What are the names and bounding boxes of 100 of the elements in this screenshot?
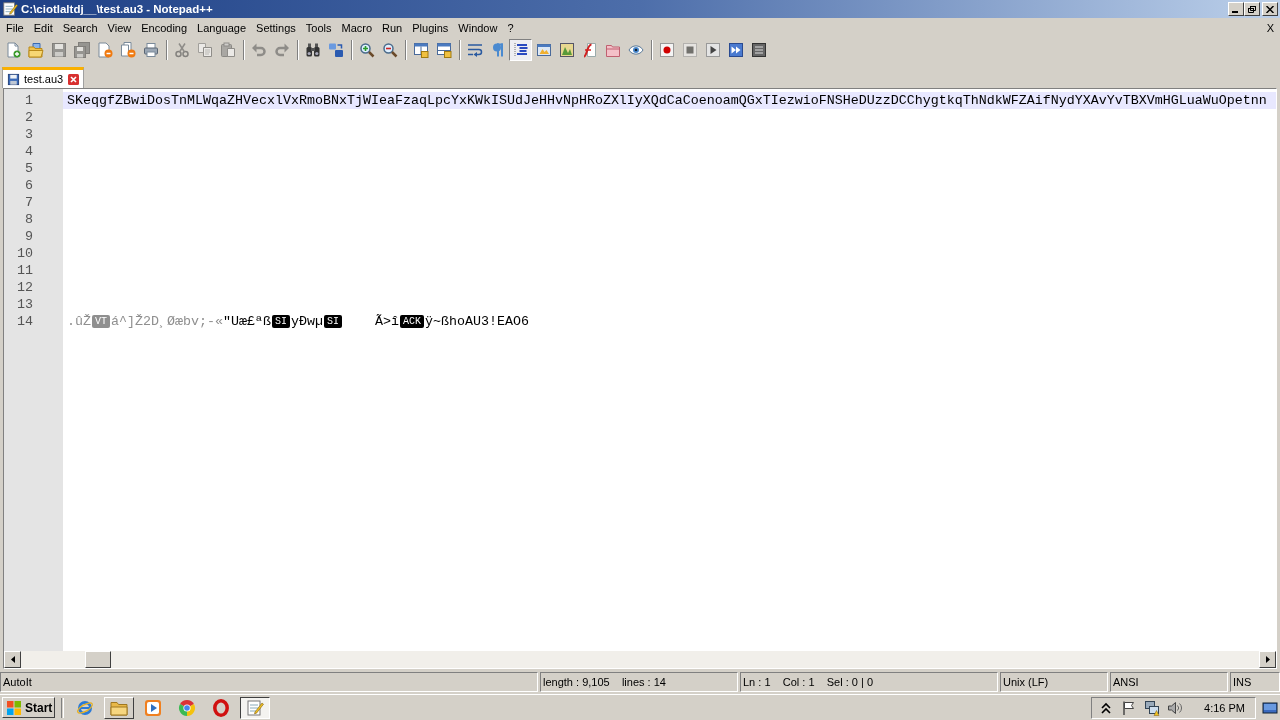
line-number: 10 xyxy=(16,245,34,262)
zoom-in-icon xyxy=(358,42,375,58)
right-arrow-icon xyxy=(1265,656,1270,663)
close-icon xyxy=(1266,5,1274,13)
menu-item[interactable]: Search xyxy=(57,20,103,36)
menu-item[interactable]: Plugins xyxy=(407,20,454,36)
restore-button[interactable] xyxy=(1244,2,1260,16)
close-button[interactable] xyxy=(1262,2,1278,16)
line-ending: Unix (LF) xyxy=(1000,672,1108,692)
map-icon xyxy=(558,42,575,58)
new-file-icon xyxy=(4,42,21,58)
code-text: yÐwµ xyxy=(291,313,323,330)
window-icon xyxy=(535,42,552,58)
list-window-icon xyxy=(750,42,767,58)
browser-icon xyxy=(76,698,94,717)
file-tab[interactable]: test.au3 xyxy=(2,67,85,88)
menu-item[interactable]: Macro xyxy=(336,20,378,36)
notepad-icon xyxy=(246,698,264,717)
word-wrap-icon xyxy=(466,42,483,58)
function-list-icon xyxy=(581,42,598,58)
floppy-disks-icon xyxy=(73,42,90,58)
scissors-icon xyxy=(173,42,190,58)
close-tab-icon[interactable] xyxy=(68,73,80,85)
close-document-button[interactable]: X xyxy=(1260,20,1280,36)
close-file-icon xyxy=(96,42,113,58)
menu-item[interactable]: Encoding xyxy=(136,20,193,36)
line-number: 8 xyxy=(24,211,34,228)
open-folder-icon xyxy=(27,42,44,58)
menu-item[interactable]: View xyxy=(102,20,137,36)
clock: 4:16 PM xyxy=(1204,701,1245,714)
printer-icon xyxy=(142,42,159,58)
code-text: SKeqgfZBwiDosTnMLWqaZHVecxlVxRmoBNxTjWIeaFzaqLpcYxKWkISUdJeHHvNpHRoZXlIyXQdCaCoenoamQGxTIezwioFNSHeDUzzDCChygtkqThNdkWFZAifNydYXAvYvTBXVmHGLuaWuOpetnn xyxy=(67,92,1267,109)
cursor-position: Ln : 1 Col : 1 Sel : 0 | 0 xyxy=(740,672,998,692)
speaker-icon[interactable] xyxy=(1167,699,1184,716)
control-character: VT xyxy=(92,315,110,328)
restore-icon xyxy=(1248,5,1256,13)
control-character: SI xyxy=(324,315,343,328)
line-number: 11 xyxy=(16,262,34,279)
control-character: ACK xyxy=(400,315,425,328)
menu-item[interactable]: Run xyxy=(377,20,408,36)
menu-item[interactable]: Settings xyxy=(251,20,301,36)
record-icon xyxy=(658,42,675,58)
line-number: 7 xyxy=(24,194,34,211)
undo-icon xyxy=(250,42,267,58)
left-arrow-icon xyxy=(10,656,15,663)
code-text: á^]Ž2D¸Øæbv;-« xyxy=(111,313,223,330)
menu-item[interactable]: Edit xyxy=(28,20,58,36)
notepad-icon xyxy=(2,1,18,17)
network-icon[interactable] xyxy=(1144,699,1161,716)
document-icon xyxy=(7,72,20,86)
replace-icon xyxy=(327,42,344,58)
code-text: ÿ~ßhoAU3!EAO6 xyxy=(425,313,530,330)
start-button[interactable]: Start xyxy=(2,697,55,718)
binoculars-icon xyxy=(304,42,321,58)
folder-icon xyxy=(604,42,621,58)
line-number: 14 xyxy=(16,313,34,330)
media-player-icon xyxy=(144,698,162,717)
toolbar-button[interactable] xyxy=(509,39,532,61)
window-title: C:\ciotlaltdj__\test.au3 - Notepad++ xyxy=(21,3,213,15)
scroll-right-button[interactable] xyxy=(1259,651,1276,668)
play-icon xyxy=(704,42,721,58)
scrollbar-thumb[interactable] xyxy=(85,651,111,668)
control-character: SI xyxy=(272,315,290,328)
line-number: 3 xyxy=(24,126,34,143)
taskbar-button[interactable] xyxy=(240,696,270,719)
menu-item[interactable]: ? xyxy=(502,20,519,36)
line-number: 13 xyxy=(16,296,34,313)
indent-guide-icon xyxy=(512,42,529,58)
line-number: 2 xyxy=(24,109,34,126)
code-text: "Uæ£ªß xyxy=(223,313,271,330)
eye-icon xyxy=(627,42,644,58)
minimize-button[interactable] xyxy=(1228,2,1244,16)
menu-item[interactable]: File xyxy=(1,20,29,36)
stop-icon xyxy=(681,42,698,58)
line-number: 1 xyxy=(24,92,34,109)
ring-logo-icon xyxy=(212,698,230,717)
show-desktop-icon[interactable] xyxy=(1262,699,1278,716)
horizontal-scrollbar[interactable] xyxy=(4,651,1276,668)
menu-item[interactable]: Language xyxy=(192,20,252,36)
line-number: 6 xyxy=(24,177,34,194)
circle-logo-icon xyxy=(178,698,196,717)
code-text: .ûŽ xyxy=(67,313,91,330)
menu-item[interactable]: Tools xyxy=(300,20,337,36)
line-number: 12 xyxy=(16,279,34,296)
split-window-icon xyxy=(435,42,452,58)
scroll-left-button[interactable] xyxy=(4,651,21,668)
close-files-icon xyxy=(119,42,136,58)
menu-item[interactable]: Window xyxy=(453,20,503,36)
copy-icon xyxy=(196,42,213,58)
line-number: 5 xyxy=(24,160,34,177)
code-text: Ã>î xyxy=(374,313,400,330)
clipboard-icon xyxy=(219,42,236,58)
zoom-out-icon xyxy=(381,42,398,58)
fast-forward-icon xyxy=(727,42,744,58)
line-number: 9 xyxy=(24,228,34,245)
windows-logo-icon xyxy=(6,699,22,716)
line-number: 4 xyxy=(24,143,34,160)
document-length: length : 9,105 lines : 14 xyxy=(540,672,738,692)
split-window-icon xyxy=(412,42,429,58)
redo-icon xyxy=(273,42,290,58)
